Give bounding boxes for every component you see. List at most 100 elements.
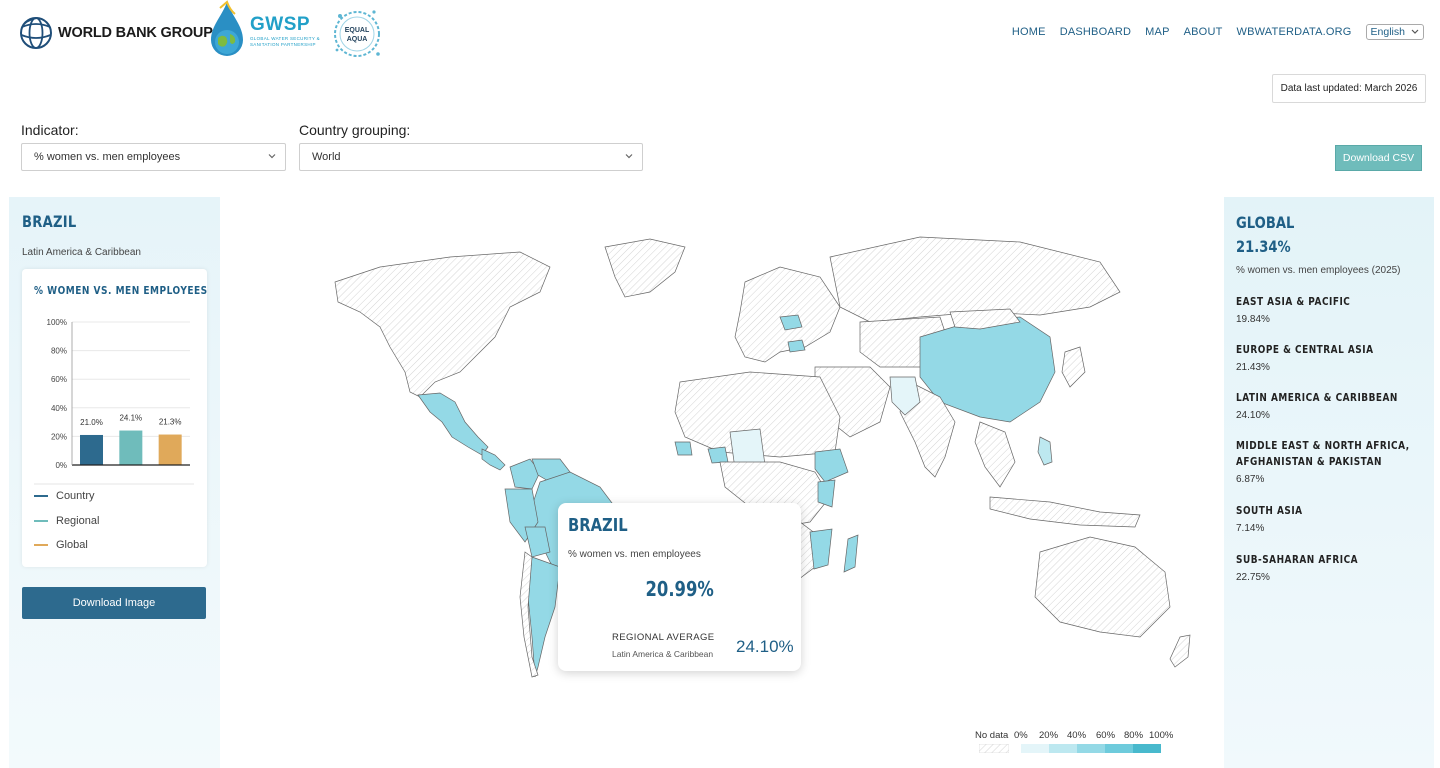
map-russia[interactable] <box>829 236 1121 323</box>
grouping-select[interactable]: World <box>299 143 643 171</box>
nav-about[interactable]: ABOUT <box>1184 26 1223 38</box>
nav-home[interactable]: HOME <box>1012 26 1046 38</box>
region-item: MIDDLE EAST & NORTH AFRICA, AFGHANISTAN … <box>1236 438 1426 485</box>
y-tick-label: 60% <box>51 375 67 384</box>
indicator-label: Indicator: <box>21 122 79 138</box>
indicator-select[interactable]: % women vs. men employees <box>21 143 286 171</box>
grouping-value: World <box>312 151 341 163</box>
indicator-value: % women vs. men employees <box>34 151 181 163</box>
y-tick-label: 20% <box>51 432 67 441</box>
legend-swatch <box>1077 744 1105 753</box>
water-drop-globe-icon <box>211 0 243 56</box>
map-north-america[interactable] <box>334 251 551 398</box>
map-greenland[interactable] <box>604 238 686 298</box>
legend-regional: Regional <box>34 509 99 534</box>
legend-tick: 100% <box>1149 730 1174 741</box>
nav-dashboard[interactable]: DASHBOARD <box>1060 26 1131 38</box>
legend-tick: 40% <box>1067 730 1087 741</box>
map-ethiopia[interactable] <box>814 448 849 483</box>
legend-tick: 60% <box>1096 730 1116 741</box>
map-mozambique[interactable] <box>809 528 833 570</box>
nav-map[interactable]: MAP <box>1145 26 1169 38</box>
map-romania[interactable] <box>787 339 806 353</box>
download-csv-button[interactable]: Download CSV <box>1335 145 1422 171</box>
chart-card: % WOMEN VS. MEN EMPLOYEES 0% 20% 40% 60% 80%… <box>22 269 207 567</box>
region-name: EUROPE & CENTRAL ASIA <box>1236 344 1374 356</box>
tooltip-indicator: % women vs. men employees <box>568 549 701 560</box>
top-nav: HOME DASHBOARD MAP ABOUT WBWATERDATA.ORG… <box>1012 24 1424 40</box>
header: WORLD BANK GROUP GWSP GLOBAL WATER SECUR… <box>0 0 1440 70</box>
tooltip-value: 20.99% <box>645 577 714 601</box>
world-bank-wordmark: WORLD BANK GROUP <box>58 25 213 41</box>
map-kenya[interactable] <box>817 479 836 508</box>
download-image-button[interactable]: Download Image <box>22 587 206 619</box>
equal-aqua-logo[interactable]: EQUAL AQUA <box>330 2 386 69</box>
region-name: SOUTH ASIA <box>1236 505 1303 517</box>
region-item: LATIN AMERICA & CARIBBEAN 24.10% <box>1236 390 1426 421</box>
region-name: MIDDLE EAST & NORTH AFRICA, <box>1236 440 1410 452</box>
legend-no-data-label: No data <box>975 730 1009 741</box>
language-select[interactable]: English <box>1365 24 1424 40</box>
legend-swatch <box>1105 744 1133 753</box>
map-new-zealand[interactable] <box>1169 634 1191 668</box>
map-europe[interactable] <box>734 266 841 363</box>
data-label: 21.0% <box>80 418 103 427</box>
country-panel: BRAZIL Latin America & Caribbean % WOMEN… <box>9 197 220 768</box>
map-mexico[interactable] <box>417 392 489 456</box>
legend-global: Global <box>34 533 99 558</box>
region-item: EAST ASIA & PACIFIC 19.84% <box>1236 294 1426 325</box>
legend-swatch <box>34 519 48 522</box>
map-central-america[interactable] <box>481 448 506 471</box>
region-item: EUROPE & CENTRAL ASIA 21.43% <box>1236 342 1426 373</box>
map-australia[interactable] <box>1034 536 1171 638</box>
map-japan[interactable] <box>1061 346 1086 388</box>
region-item: SUB-SAHARAN AFRICA 22.75% <box>1236 552 1426 583</box>
region-item: SOUTH ASIA 7.14% <box>1236 503 1426 534</box>
world-map[interactable] <box>220 197 1224 768</box>
country-title: BRAZIL <box>22 212 77 231</box>
legend-tick: 80% <box>1124 730 1144 741</box>
region-name: LATIN AMERICA & CARIBBEAN <box>1236 392 1398 404</box>
map-madagascar[interactable] <box>843 534 859 573</box>
tooltip-regional-value: 24.10% <box>736 637 794 656</box>
legend-country: Country <box>34 484 99 509</box>
chevron-down-icon <box>268 154 276 159</box>
region-name: EAST ASIA & PACIFIC <box>1236 296 1351 308</box>
nav-wbwaterdata[interactable]: WBWATERDATA.ORG <box>1237 26 1352 38</box>
legend-tick: 20% <box>1039 730 1059 741</box>
tooltip-regional-label: REGIONAL AVERAGE <box>612 632 715 643</box>
tooltip-regional-sub: Latin America & Caribbean <box>612 649 714 659</box>
region-value: 21.43% <box>1236 362 1270 373</box>
legend-swatch <box>34 544 48 547</box>
svg-text:EQUAL: EQUAL <box>345 27 370 34</box>
data-updated-badge: Data last updated: March 2026 <box>1272 74 1426 103</box>
region-value: 6.87% <box>1236 474 1265 485</box>
global-value: 21.34% <box>1236 237 1291 256</box>
map-indonesia[interactable] <box>989 496 1141 528</box>
region-value: 24.10% <box>1236 410 1270 421</box>
legend-label: Global <box>56 539 88 552</box>
language-value: English <box>1370 26 1405 38</box>
tooltip-value-wrap: 20.99% <box>558 577 801 601</box>
legend-label: Country <box>56 490 95 503</box>
world-bank-logo[interactable]: WORLD BANK GROUP <box>18 15 213 51</box>
country-tooltip: BRAZIL % women vs. men employees 20.99% … <box>558 503 801 671</box>
region-value: 7.14% <box>1236 523 1265 534</box>
gwsp-title: GWSP <box>250 14 311 35</box>
map-philippines[interactable] <box>1037 436 1053 466</box>
y-tick-label: 80% <box>51 347 67 356</box>
globe-icon <box>20 17 52 49</box>
legend-swatch <box>1133 744 1161 753</box>
gwsp-logo[interactable]: GWSP GLOBAL WATER SECURITY & SANITATION … <box>208 0 330 62</box>
chevron-down-icon <box>1411 29 1419 34</box>
legend-label: Regional <box>56 514 100 527</box>
map-bolivia[interactable] <box>524 526 551 558</box>
map-se-asia[interactable] <box>974 421 1016 488</box>
bar <box>119 430 143 465</box>
data-label: 21.3% <box>159 418 182 427</box>
chevron-down-icon <box>625 154 633 159</box>
map-west-africa[interactable] <box>674 441 693 456</box>
legend-swatch <box>1049 744 1077 753</box>
chart-legend: Country Regional Global <box>34 484 99 558</box>
map-nigeria[interactable] <box>707 446 729 464</box>
